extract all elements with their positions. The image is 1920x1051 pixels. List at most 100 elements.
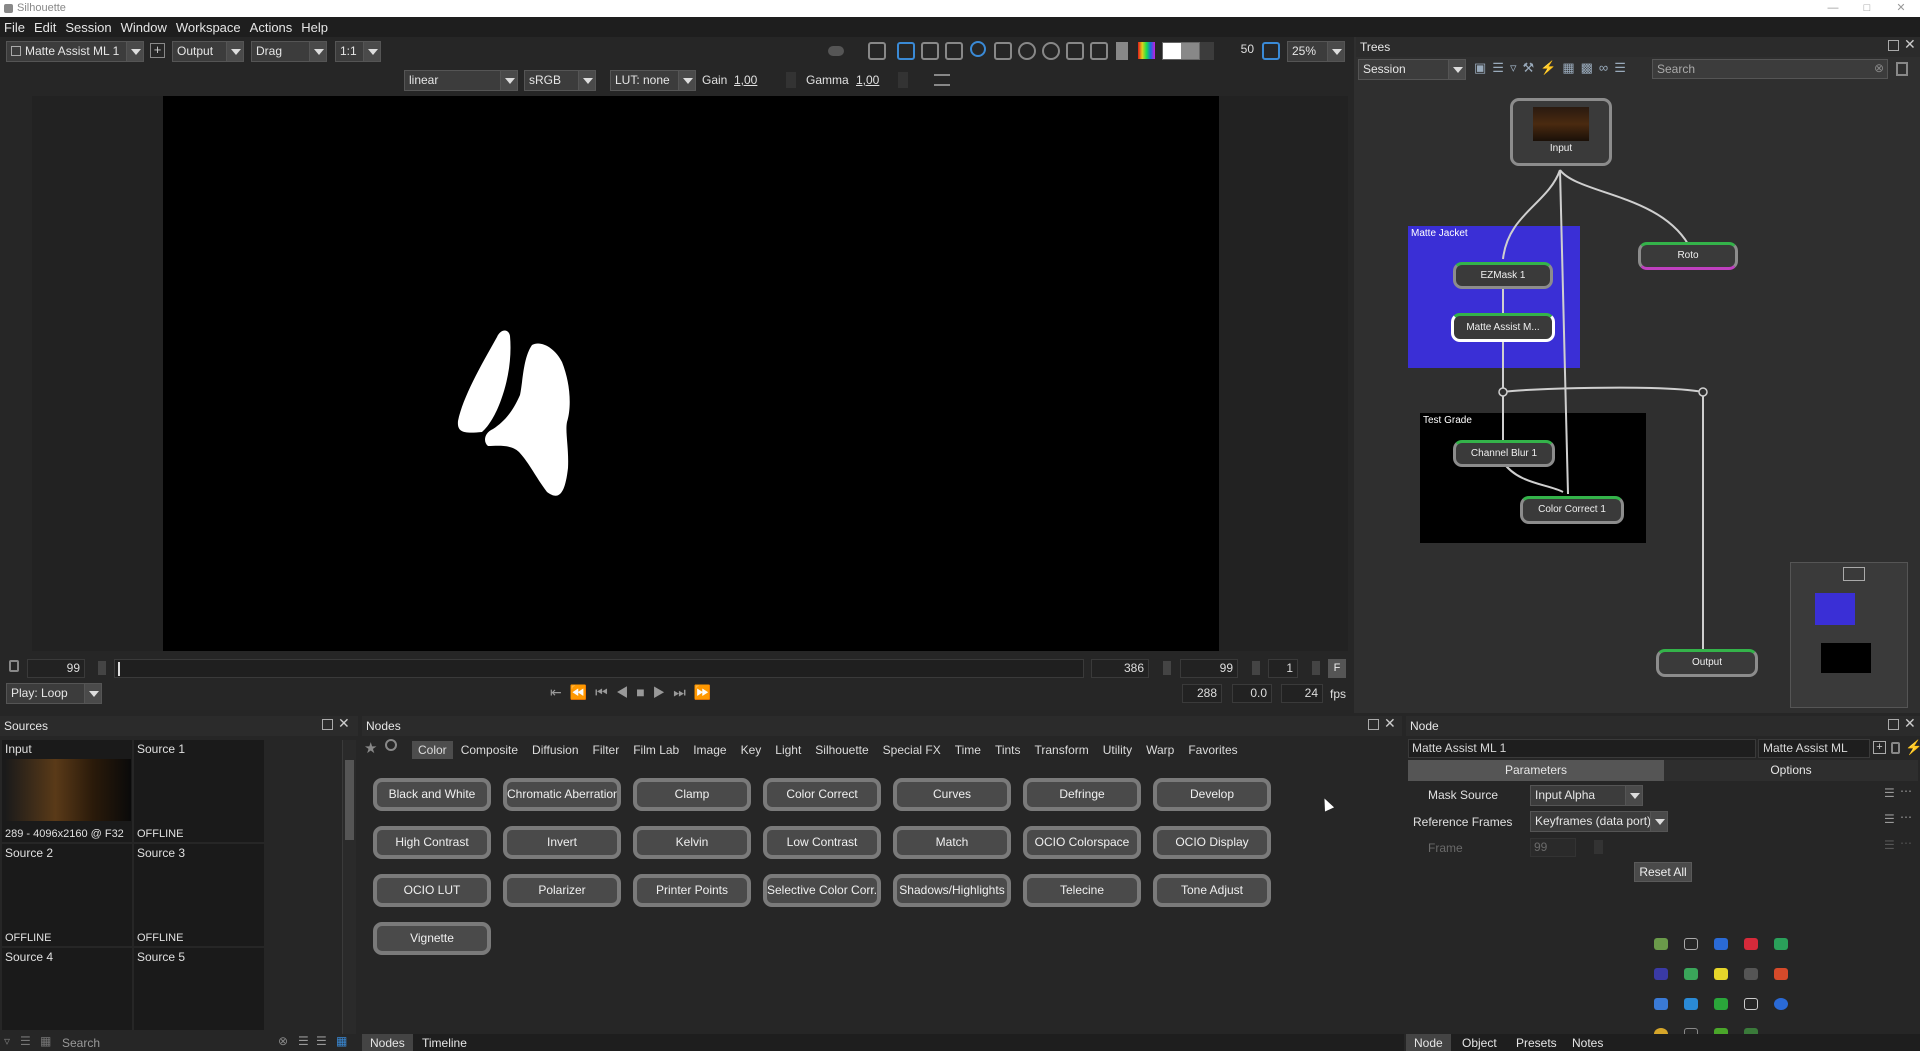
spinner-icon[interactable]: [786, 72, 796, 88]
node-button-tone-adjust[interactable]: Tone Adjust: [1153, 874, 1271, 907]
pixel-ratio-select[interactable]: 1:1: [335, 41, 381, 62]
tab-image[interactable]: Image: [693, 743, 726, 757]
tab-composite[interactable]: Composite: [461, 743, 518, 757]
display-select[interactable]: sRGB: [524, 70, 596, 91]
minimize-button[interactable]: —: [1818, 0, 1848, 17]
add-icon[interactable]: +: [1873, 741, 1886, 754]
tab-utility[interactable]: Utility: [1103, 743, 1132, 757]
menu-workspace[interactable]: Workspace: [176, 20, 241, 35]
node-button-kelvin[interactable]: Kelvin: [633, 826, 751, 859]
step-back-icon[interactable]: ⏮: [595, 684, 616, 700]
tab-warp[interactable]: Warp: [1146, 743, 1174, 757]
tab-key[interactable]: Key: [741, 743, 762, 757]
bluetooth-icon[interactable]: [1714, 938, 1728, 950]
exposure-field[interactable]: 50: [1222, 41, 1258, 60]
region-icon[interactable]: [994, 42, 1012, 60]
tab-notes[interactable]: Notes: [1572, 1036, 1603, 1050]
menu-session[interactable]: Session: [65, 20, 111, 35]
param-menu-icon[interactable]: ☰: [1884, 786, 1895, 800]
tray-app-icon[interactable]: [1774, 968, 1788, 980]
lut-select[interactable]: LUT: none: [610, 70, 696, 91]
lock-icon[interactable]: [1891, 742, 1900, 754]
node-button-curves[interactable]: Curves: [893, 778, 1011, 811]
tray-app-icon[interactable]: [1654, 998, 1668, 1010]
tray-app-icon[interactable]: [1714, 968, 1728, 980]
float-panel-icon[interactable]: [322, 719, 333, 730]
float-panel-icon[interactable]: [1888, 719, 1899, 730]
viewer-node-select[interactable]: Matte Assist ML 1: [6, 41, 144, 62]
tree-node-input[interactable]: Input: [1510, 98, 1612, 166]
tree-node-matte-assist[interactable]: Matte Assist M...: [1451, 313, 1555, 342]
float-panel-icon[interactable]: [1368, 719, 1379, 730]
source-5[interactable]: Source 5: [134, 948, 266, 1032]
gamma-field[interactable]: 1,00: [856, 73, 879, 87]
tab-transform[interactable]: Transform: [1035, 743, 1089, 757]
tab-presets[interactable]: Presets: [1516, 1036, 1557, 1050]
tree-search-input[interactable]: Search ⊗: [1652, 59, 1888, 79]
tab-filter[interactable]: Filter: [593, 743, 620, 757]
stereo-icon[interactable]: [945, 42, 963, 60]
overlay-icon[interactable]: [1090, 42, 1108, 60]
tab-favorites[interactable]: Favorites: [1188, 743, 1237, 757]
tab-options[interactable]: Options: [1664, 760, 1918, 781]
reference-frames-select[interactable]: Keyframes (data port): [1530, 811, 1668, 832]
fps-field[interactable]: 24: [1281, 684, 1323, 703]
node-name-field[interactable]: Matte Assist ML 1: [1408, 739, 1756, 758]
frame-step-field[interactable]: 1: [1268, 659, 1298, 678]
node-button-color-correct[interactable]: Color Correct: [763, 778, 881, 811]
node-button-shadows-highlights[interactable]: Shadows/Highlights: [893, 874, 1011, 907]
f-button[interactable]: F: [1328, 659, 1346, 678]
tab-tints[interactable]: Tints: [995, 743, 1021, 757]
save-icon[interactable]: ▩: [1581, 60, 1599, 75]
stop-icon[interactable]: ■: [636, 684, 652, 700]
node-button-match[interactable]: Match: [893, 826, 1011, 859]
tray-app-icon[interactable]: [1684, 998, 1698, 1010]
end-frame-field[interactable]: 386: [1091, 659, 1149, 678]
add-viewer-icon[interactable]: +: [150, 43, 165, 58]
tab-light[interactable]: Light: [775, 743, 801, 757]
more-icon[interactable]: ⋯: [1900, 784, 1912, 798]
tab-time[interactable]: Time: [955, 743, 981, 757]
menu-window[interactable]: Window: [121, 20, 167, 35]
filter-icon[interactable]: ▿: [4, 1034, 10, 1048]
sources-search-input[interactable]: Search: [62, 1036, 100, 1050]
start-frame-field[interactable]: 99: [27, 659, 85, 678]
tab-color[interactable]: Color: [412, 741, 453, 759]
flash-icon[interactable]: ⚡: [1540, 60, 1562, 75]
link-icon[interactable]: ∞: [1599, 60, 1614, 75]
colorspace-select[interactable]: linear: [404, 70, 518, 91]
close-panel-icon[interactable]: ✕: [1384, 715, 1396, 732]
tree-minimap[interactable]: [1790, 562, 1908, 708]
reset-all-button[interactable]: Reset All: [1634, 862, 1692, 882]
detail-view-icon[interactable]: ☰: [316, 1034, 327, 1048]
background-color-swatch[interactable]: [1162, 42, 1200, 60]
source-3[interactable]: Source 3 OFFLINE: [134, 844, 266, 948]
tray-app-icon[interactable]: [1684, 938, 1698, 950]
close-window-button[interactable]: ✕: [1886, 0, 1916, 17]
tray-app-icon[interactable]: [1714, 998, 1728, 1010]
node-button-printer-points[interactable]: Printer Points: [633, 874, 751, 907]
thumbnail-view-icon[interactable]: ▦: [336, 1034, 347, 1048]
page-icon[interactable]: [1116, 42, 1128, 60]
goto-in-icon[interactable]: ⇤: [550, 684, 570, 700]
duration-field[interactable]: 288: [1182, 684, 1222, 703]
play-reverse-icon[interactable]: ◀: [616, 684, 637, 700]
layout-icon[interactable]: ☰: [1614, 60, 1632, 75]
gain-field[interactable]: 1,00: [734, 73, 757, 87]
view-mode-select[interactable]: Output: [172, 41, 244, 62]
sort-icon[interactable]: ☰: [20, 1034, 31, 1048]
node-button-black-and-white[interactable]: Black and White: [373, 778, 491, 811]
timeline-scrubber[interactable]: [114, 659, 1084, 678]
tree-node-color-correct[interactable]: Color Correct 1: [1520, 496, 1624, 524]
clear-search-icon[interactable]: ⊗: [1874, 61, 1884, 75]
source-1[interactable]: Source 1 OFFLINE: [134, 740, 266, 844]
camera-icon[interactable]: [868, 42, 886, 60]
close-panel-icon[interactable]: ✕: [338, 715, 350, 732]
close-panel-icon[interactable]: ✕: [1904, 715, 1916, 732]
search-icon[interactable]: [385, 739, 397, 751]
play-mode-select[interactable]: Play: Loop: [6, 683, 102, 704]
tab-parameters[interactable]: Parameters: [1408, 760, 1664, 781]
param-menu-icon[interactable]: ☰: [1884, 812, 1895, 826]
chat-icon[interactable]: [1684, 968, 1698, 980]
spinner-icon[interactable]: [1594, 840, 1603, 854]
